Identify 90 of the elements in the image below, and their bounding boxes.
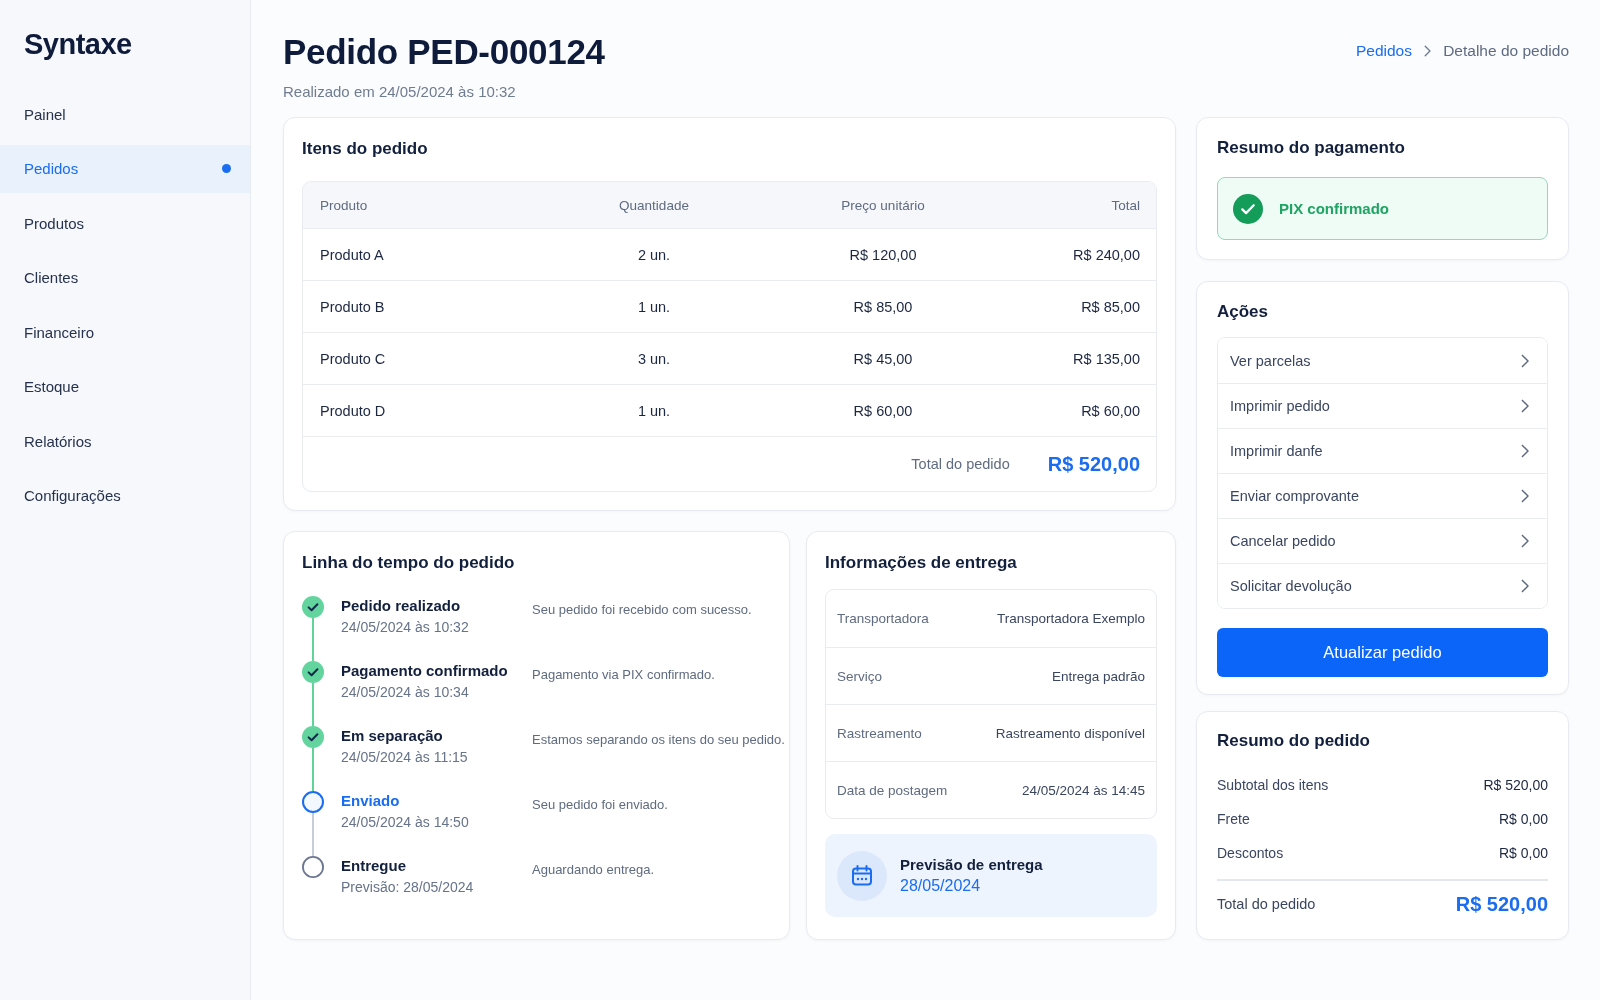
table-cell: Produto B (320, 298, 385, 315)
chevron-right-icon (1520, 534, 1529, 548)
table-cell: 1 un. (637, 402, 671, 419)
summary-value: R$ 0,00 (1498, 811, 1548, 827)
chevron-right-icon (1520, 579, 1529, 593)
step-date: 24/05/2024 às 14:50 (341, 813, 469, 832)
table-cell: 3 un. (637, 350, 671, 367)
info-label: Data de postagem (837, 782, 948, 798)
table-cell: R$ 45,00 (853, 350, 913, 367)
nav-item[interactable]: Relatórios (0, 417, 250, 465)
chevron-right-icon (1520, 489, 1529, 503)
update-order-button[interactable]: Atualizar pedido (1217, 628, 1548, 677)
info-value: Transportadora Exemplo (996, 611, 1145, 626)
total-label: Total do pedido (1217, 896, 1316, 912)
info-value: Entrega padrão (1051, 668, 1145, 684)
nav-item[interactable]: Clientes (0, 253, 250, 302)
timeline-connector (312, 813, 314, 856)
step-title: Pagamento confirmado (341, 661, 508, 681)
step-description: Pagamento via PIX confirmado. (532, 666, 715, 684)
table-cell: Produto A (320, 246, 384, 263)
total-label: Total do pedido (911, 456, 1010, 472)
chevron-right-icon (1520, 444, 1529, 458)
table-cell: R$ 85,00 (1081, 298, 1140, 315)
active-dot-icon (222, 164, 231, 173)
table-cell: R$ 60,00 (853, 402, 913, 419)
card-title: Ações (1217, 301, 1269, 323)
step-title: Em separação (341, 726, 443, 746)
info-value: Rastreamento disponível (995, 725, 1145, 741)
page-subtitle: Realizado em 24/05/2024 às 10:32 (283, 83, 516, 101)
chevron-right-icon (1424, 45, 1432, 57)
summary-label: Subtotal dos itens (1217, 777, 1329, 793)
timeline-connector (312, 683, 314, 726)
card-title: Resumo do pedido (1217, 730, 1370, 752)
info-label: Serviço (837, 668, 882, 684)
summary-label: Frete (1217, 811, 1250, 827)
table-cell: Produto C (320, 350, 386, 367)
nav-item[interactable]: Painel (0, 90, 250, 138)
chevron-right-icon (1520, 399, 1529, 413)
summary-label: Descontos (1217, 845, 1284, 861)
column-header: Preço unitário (841, 197, 925, 213)
total-value: R$ 520,00 (1455, 892, 1548, 916)
summary-value: R$ 0,00 (1498, 845, 1548, 861)
step-description: Aguardando entrega. (532, 861, 655, 879)
table-cell: 1 un. (637, 298, 671, 315)
action-item[interactable]: Solicitar devolução (1218, 563, 1547, 608)
info-label: Rastreamento (837, 725, 922, 741)
step-date: 24/05/2024 às 11:15 (341, 748, 468, 767)
column-header: Total (1111, 197, 1140, 213)
forecast-label: Previsão de entrega (900, 856, 1043, 873)
table-cell: R$ 135,00 (1073, 350, 1140, 367)
table-cell: R$ 240,00 (1073, 246, 1140, 263)
step-description: Seu pedido foi enviado. (532, 796, 668, 814)
logo: Syntaxe (24, 27, 132, 62)
nav-item[interactable]: Pedidos (0, 144, 250, 193)
step-description: Seu pedido foi recebido com sucesso. (532, 601, 752, 619)
summary-value: R$ 520,00 (1483, 777, 1548, 793)
card-title: Resumo do pagamento (1217, 137, 1405, 159)
calendar-icon (837, 850, 887, 901)
table-cell: R$ 120,00 (849, 246, 917, 263)
step-date: 24/05/2024 às 10:32 (341, 618, 469, 637)
page-title: Pedido PED-000124 (283, 31, 605, 73)
step-date: Previsão: 28/05/2024 (341, 878, 474, 897)
step-title: Entregue (341, 856, 406, 876)
nav-item[interactable]: Estoque (0, 362, 250, 411)
payment-status-text: PIX confirmado (1279, 200, 1390, 217)
column-header: Quantidade (619, 197, 689, 213)
breadcrumb-link[interactable]: Pedidos (1355, 42, 1412, 60)
table-cell: Produto D (320, 402, 386, 419)
total-value: R$ 520,00 (1047, 452, 1140, 476)
info-value: 24/05/2024 às 14:45 (1021, 782, 1145, 798)
info-label: Transportadora (837, 611, 929, 626)
step-title: Pedido realizado (341, 596, 461, 616)
card-title: Itens do pedido (302, 138, 428, 160)
timeline-connector (312, 748, 314, 791)
nav-item[interactable]: Produtos (0, 199, 250, 247)
timeline-connector (312, 618, 314, 661)
table-cell: R$ 85,00 (853, 298, 913, 315)
chevron-right-icon (1520, 353, 1529, 368)
step-description: Estamos separando os itens do seu pedido. (532, 731, 785, 749)
column-header: Produto (320, 197, 368, 213)
table-cell: R$ 60,00 (1081, 402, 1140, 419)
step-title: Enviado (341, 791, 400, 811)
nav-item[interactable]: Financeiro (0, 308, 250, 356)
card-title: Informações de entrega (825, 552, 1017, 574)
nav-item[interactable]: Configurações (0, 471, 250, 520)
step-date: 24/05/2024 às 10:34 (341, 683, 469, 702)
breadcrumb-current: Detalhe do pedido (1443, 42, 1569, 60)
card-title: Linha do tempo do pedido (302, 552, 515, 574)
forecast-date: 28/05/2024 (900, 877, 981, 895)
table-cell: 2 un. (637, 246, 671, 263)
